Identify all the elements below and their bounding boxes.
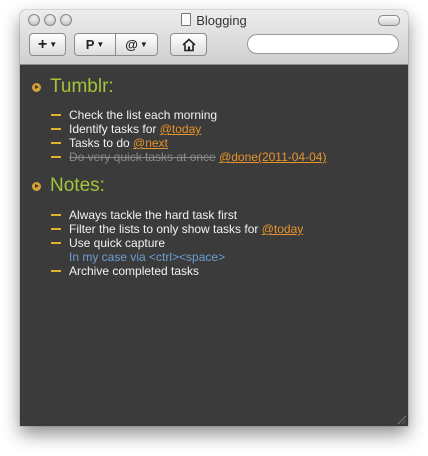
task-item[interactable]: Filter the lists to only show tasks for … (51, 222, 303, 236)
project-filter-button[interactable]: P ▼ (74, 33, 116, 56)
document-icon (181, 13, 192, 26)
app-window: Blogging + ▼ P ▼ @ ▼ Tumblr: Check the l… (20, 10, 408, 426)
resize-grip-icon[interactable] (396, 414, 406, 424)
tag-link[interactable]: @next (133, 136, 168, 150)
task-item[interactable]: Use quick capture (51, 236, 165, 250)
task-text: Do very quick tasks at once (69, 150, 216, 164)
project-label: P (85, 37, 95, 52)
document-view[interactable]: Tumblr: Check the list each morning Iden… (20, 65, 408, 426)
add-label: + (37, 35, 48, 53)
task-note[interactable]: In my case via <ctrl><space> (69, 250, 225, 264)
task-text: Identify tasks for (69, 122, 160, 136)
chevron-down-icon: ▼ (49, 40, 58, 49)
project-bullet-icon[interactable] (32, 181, 41, 191)
context-label: @ (125, 37, 138, 52)
task-text: Tasks to do (69, 136, 134, 150)
project-heading[interactable]: Notes: (32, 175, 105, 197)
task-text: Check the list each morning (69, 108, 218, 122)
task-dash-icon (51, 214, 61, 216)
context-filter-button[interactable]: @ ▼ (116, 33, 158, 56)
window-title: Blogging (20, 12, 408, 30)
done-tag-link[interactable]: @done(2011-04-04) (219, 150, 326, 164)
toolbar-toggle-button[interactable] (378, 15, 400, 26)
filter-segmented-control: P ▼ @ ▼ (74, 33, 158, 56)
task-dash-icon (51, 114, 61, 116)
tag-link[interactable]: @today (262, 222, 304, 236)
task-dash-icon (51, 156, 61, 158)
task-text: Archive completed tasks (69, 264, 200, 278)
task-text: Always tackle the hard task first (69, 208, 238, 222)
task-text: Filter the lists to only show tasks for (69, 222, 262, 236)
home-icon (181, 37, 196, 51)
task-item[interactable]: Tasks to do @next (51, 136, 168, 150)
task-item[interactable]: Always tackle the hard task first (51, 208, 237, 222)
task-dash-icon (51, 242, 61, 244)
window-title-text: Blogging (196, 13, 247, 28)
chevron-down-icon: ▼ (96, 40, 105, 49)
tag-link[interactable]: @today (160, 122, 202, 136)
task-item[interactable]: Identify tasks for @today (51, 122, 201, 136)
project-name: Notes: (50, 175, 105, 196)
home-button[interactable] (170, 33, 207, 56)
task-dash-icon (51, 142, 61, 144)
task-dash-icon (51, 128, 61, 130)
task-dash-icon (51, 270, 61, 272)
task-text: Use quick capture (69, 236, 166, 250)
add-menu-button[interactable]: + ▼ (29, 33, 66, 56)
project-name: Tumblr: (50, 76, 114, 97)
task-item[interactable]: Archive completed tasks (51, 264, 199, 278)
task-dash-icon (51, 228, 61, 230)
task-item[interactable]: Check the list each morning (51, 108, 217, 122)
project-heading[interactable]: Tumblr: (32, 76, 114, 98)
search-input[interactable] (247, 34, 399, 54)
task-item-done[interactable]: Do very quick tasks at once @done(2011-0… (51, 150, 326, 164)
project-bullet-icon[interactable] (32, 82, 41, 92)
chevron-down-icon: ▼ (139, 40, 148, 49)
title-bar: Blogging + ▼ P ▼ @ ▼ (20, 10, 408, 65)
